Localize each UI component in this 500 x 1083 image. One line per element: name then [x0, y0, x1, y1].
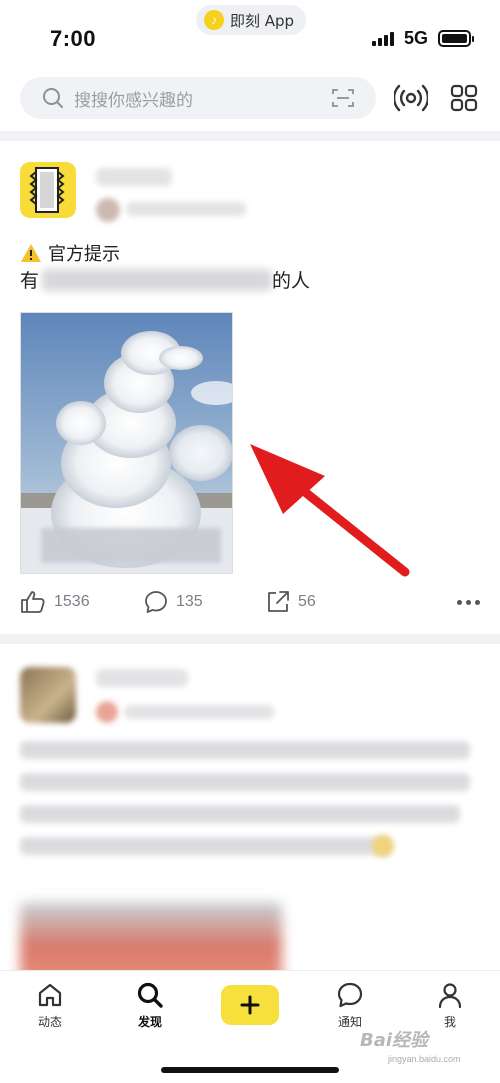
watermark-url: jingyan.baidu.com	[388, 1054, 461, 1064]
feed-post[interactable]	[0, 667, 500, 1012]
author-badge-blurred	[96, 198, 120, 222]
network-type: 5G	[404, 28, 429, 48]
post-text-blurred	[20, 773, 470, 791]
like-button[interactable]: 1536	[20, 590, 90, 614]
avatar[interactable]	[20, 162, 76, 218]
search-row: 搜搜你感兴趣的	[20, 77, 480, 121]
scan-icon[interactable]	[332, 88, 354, 108]
post-content: 有 的人	[20, 266, 490, 296]
status-bar: 7:00 ♪ 即刻 App 5G	[0, 0, 500, 70]
cellular-signal-icon	[372, 32, 394, 46]
more-options-icon[interactable]	[457, 600, 480, 605]
notice-title: 官方提示	[48, 244, 120, 265]
home-indicator[interactable]	[161, 1067, 339, 1073]
chat-bubble-icon	[337, 982, 363, 1008]
tab-notifications[interactable]: 通知	[320, 981, 380, 1030]
watermark: Bai经验	[360, 1030, 429, 1051]
steam-geyser-image	[21, 313, 232, 573]
app-indicator-label: 即刻 App	[230, 11, 295, 30]
post-text-blurred	[20, 837, 390, 855]
tab-label: 发现	[137, 1015, 162, 1029]
like-count: 1536	[54, 593, 90, 610]
battery-icon	[438, 30, 474, 47]
plus-icon	[240, 995, 260, 1015]
official-notice: 官方提示	[20, 240, 120, 266]
broadcast-icon[interactable]	[394, 83, 428, 113]
post-text-blurred	[20, 805, 460, 823]
author-name-blurred	[96, 168, 172, 186]
search-placeholder: 搜搜你感兴趣的	[74, 90, 193, 111]
grid-menu-icon[interactable]	[450, 84, 478, 112]
search-icon	[43, 88, 63, 108]
share-count: 56	[298, 593, 316, 610]
book-logo-icon	[29, 167, 65, 213]
search-icon	[137, 982, 163, 1008]
tab-discover[interactable]: 发现	[120, 981, 180, 1030]
post-text-blurred	[20, 741, 470, 759]
feed-divider	[0, 131, 500, 141]
author-name-blurred	[96, 669, 188, 687]
post-content-prefix: 有	[20, 270, 40, 292]
author-badge-blurred	[96, 701, 118, 723]
author-meta-blurred	[126, 202, 246, 216]
warning-icon	[21, 244, 41, 262]
feed-divider	[0, 634, 500, 644]
home-icon	[38, 983, 62, 1007]
bottom-tab-bar: 动态 发现 通知 我 Bai经验 jingyan.baidu.com	[0, 970, 500, 1083]
jike-app-icon: ♪	[204, 10, 224, 30]
emoji-blurred	[372, 835, 394, 857]
status-time: 7:00	[50, 26, 97, 51]
user-icon	[438, 983, 462, 1009]
avatar[interactable]	[20, 667, 76, 723]
tab-me[interactable]: 我	[420, 981, 480, 1030]
post-actions: 1536 135 56	[20, 590, 480, 620]
comment-icon	[145, 591, 167, 613]
post-content-suffix: 的人	[272, 270, 311, 292]
share-icon	[268, 591, 289, 612]
share-button[interactable]: 56	[266, 590, 316, 614]
post-content-blurred	[42, 269, 272, 291]
post-photo[interactable]	[20, 312, 233, 574]
search-input[interactable]: 搜搜你感兴趣的	[20, 77, 376, 119]
add-post-button[interactable]	[221, 985, 279, 1025]
comment-count: 135	[176, 593, 203, 610]
author-meta-blurred	[124, 705, 274, 719]
app-indicator-pill[interactable]: ♪ 即刻 App	[196, 5, 307, 35]
tab-label: 通知	[337, 1015, 362, 1029]
comment-button[interactable]: 135	[144, 590, 203, 614]
red-arrow-annotation	[250, 444, 410, 577]
tab-label: 我	[443, 1015, 456, 1029]
tab-label: 动态	[37, 1015, 62, 1029]
thumbs-up-icon	[21, 591, 45, 613]
tab-feed[interactable]: 动态	[20, 981, 80, 1030]
